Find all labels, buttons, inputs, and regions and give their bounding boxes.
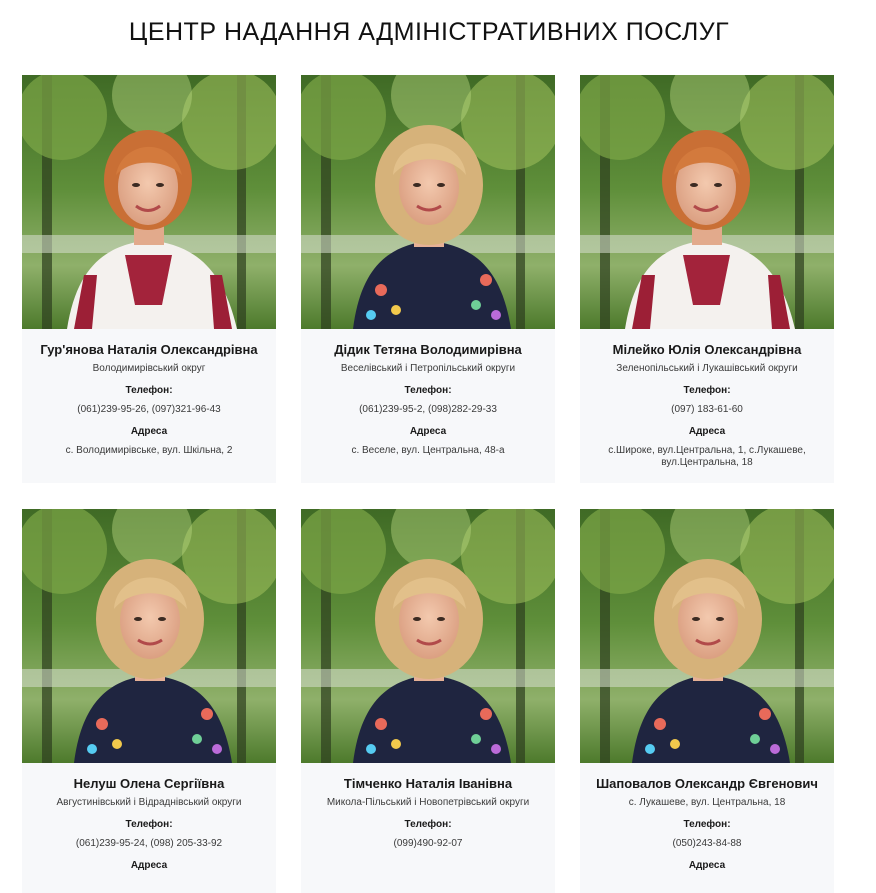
staff-name: Дідик Тетяна Володимирівна [334, 342, 522, 357]
staff-info: Гур'янова Наталія Олександрівна Володими… [22, 329, 276, 471]
staff-district: Зеленопільський і Лукашівський округи [616, 363, 798, 374]
address-value: с. Володимирівське, вул. Шкільна, 2 [65, 445, 233, 456]
staff-district: Микола-Пільський і Новопетрівський округ… [326, 797, 530, 808]
phone-label: Телефон: [125, 819, 173, 830]
staff-district: Августинівський і Відраднівський округи [56, 797, 242, 808]
address-value: с.Широке, вул.Центральна, 1, с.Лукашеве,… [608, 445, 806, 468]
phone-label: Телефон: [125, 385, 173, 396]
staff-info: Тімченко Наталія Іванівна Микола-Пільськ… [301, 763, 555, 864]
phone-value[interactable]: (061)239-95-2, (098)282-29-33 [309, 404, 547, 416]
phone-label: Телефон: [683, 819, 731, 830]
phone-label: Телефон: [404, 385, 452, 396]
staff-photo [580, 509, 834, 763]
page-title: ЦЕНТР НАДАННЯ АДМІНІСТРАТИВНИХ ПОСЛУГ [128, 18, 730, 46]
phone-label: Телефон: [683, 385, 731, 396]
staff-photo [22, 509, 276, 763]
address-label: Адреса [688, 860, 726, 871]
staff-card: Шаповалов Олександр Євгенович с. Лукашев… [580, 509, 834, 893]
address-value: с. Веселе, вул. Центральна, 48-а [351, 445, 505, 456]
phone-label: Телефон: [404, 819, 452, 830]
staff-district: Володимирівський округ [92, 363, 206, 374]
staff-name: Тімченко Наталія Іванівна [343, 776, 513, 791]
staff-card: Мілейко Юлія Олександрівна Зеленопільськ… [580, 75, 834, 483]
phone-value[interactable]: (097) 183-61-60 [588, 404, 826, 416]
staff-name: Нелуш Олена Сергіївна [73, 776, 225, 791]
staff-info: Мілейко Юлія Олександрівна Зеленопільськ… [580, 329, 834, 483]
address-label: Адреса [409, 426, 447, 437]
address-label: Адреса [130, 860, 168, 871]
address-label: Адреса [130, 426, 168, 437]
staff-name: Гур'янова Наталія Олександрівна [40, 342, 258, 357]
staff-name: Мілейко Юлія Олександрівна [612, 342, 802, 357]
staff-photo [22, 75, 276, 329]
staff-info: Нелуш Олена Сергіївна Августинівський і … [22, 763, 276, 893]
staff-card: Гур'янова Наталія Олександрівна Володими… [22, 75, 276, 483]
staff-name: Шаповалов Олександр Євгенович [596, 776, 818, 791]
staff-card: Тімченко Наталія Іванівна Микола-Пільськ… [301, 509, 555, 893]
staff-card: Дідик Тетяна Володимирівна Веселівський … [301, 75, 555, 483]
staff-photo [301, 75, 555, 329]
staff-district: Веселівський і Петропільський округи [340, 363, 516, 374]
staff-grid: Гур'янова Наталія Олександрівна Володими… [22, 75, 834, 893]
phone-value[interactable]: (050)243-84-88 [588, 838, 826, 850]
phone-value[interactable]: (061)239-95-24, (098) 205-33-92 [30, 838, 268, 850]
staff-district: с. Лукашеве, вул. Центральна, 18 [628, 797, 786, 808]
address-label: Адреса [688, 426, 726, 437]
staff-info: Шаповалов Олександр Євгенович с. Лукашев… [580, 763, 834, 893]
phone-value[interactable]: (099)490-92-07 [309, 838, 547, 850]
staff-photo [580, 75, 834, 329]
staff-card: Нелуш Олена Сергіївна Августинівський і … [22, 509, 276, 893]
phone-value[interactable]: (061)239-95-26, (097)321-96-43 [30, 404, 268, 416]
staff-photo [301, 509, 555, 763]
staff-info: Дідик Тетяна Володимирівна Веселівський … [301, 329, 555, 471]
